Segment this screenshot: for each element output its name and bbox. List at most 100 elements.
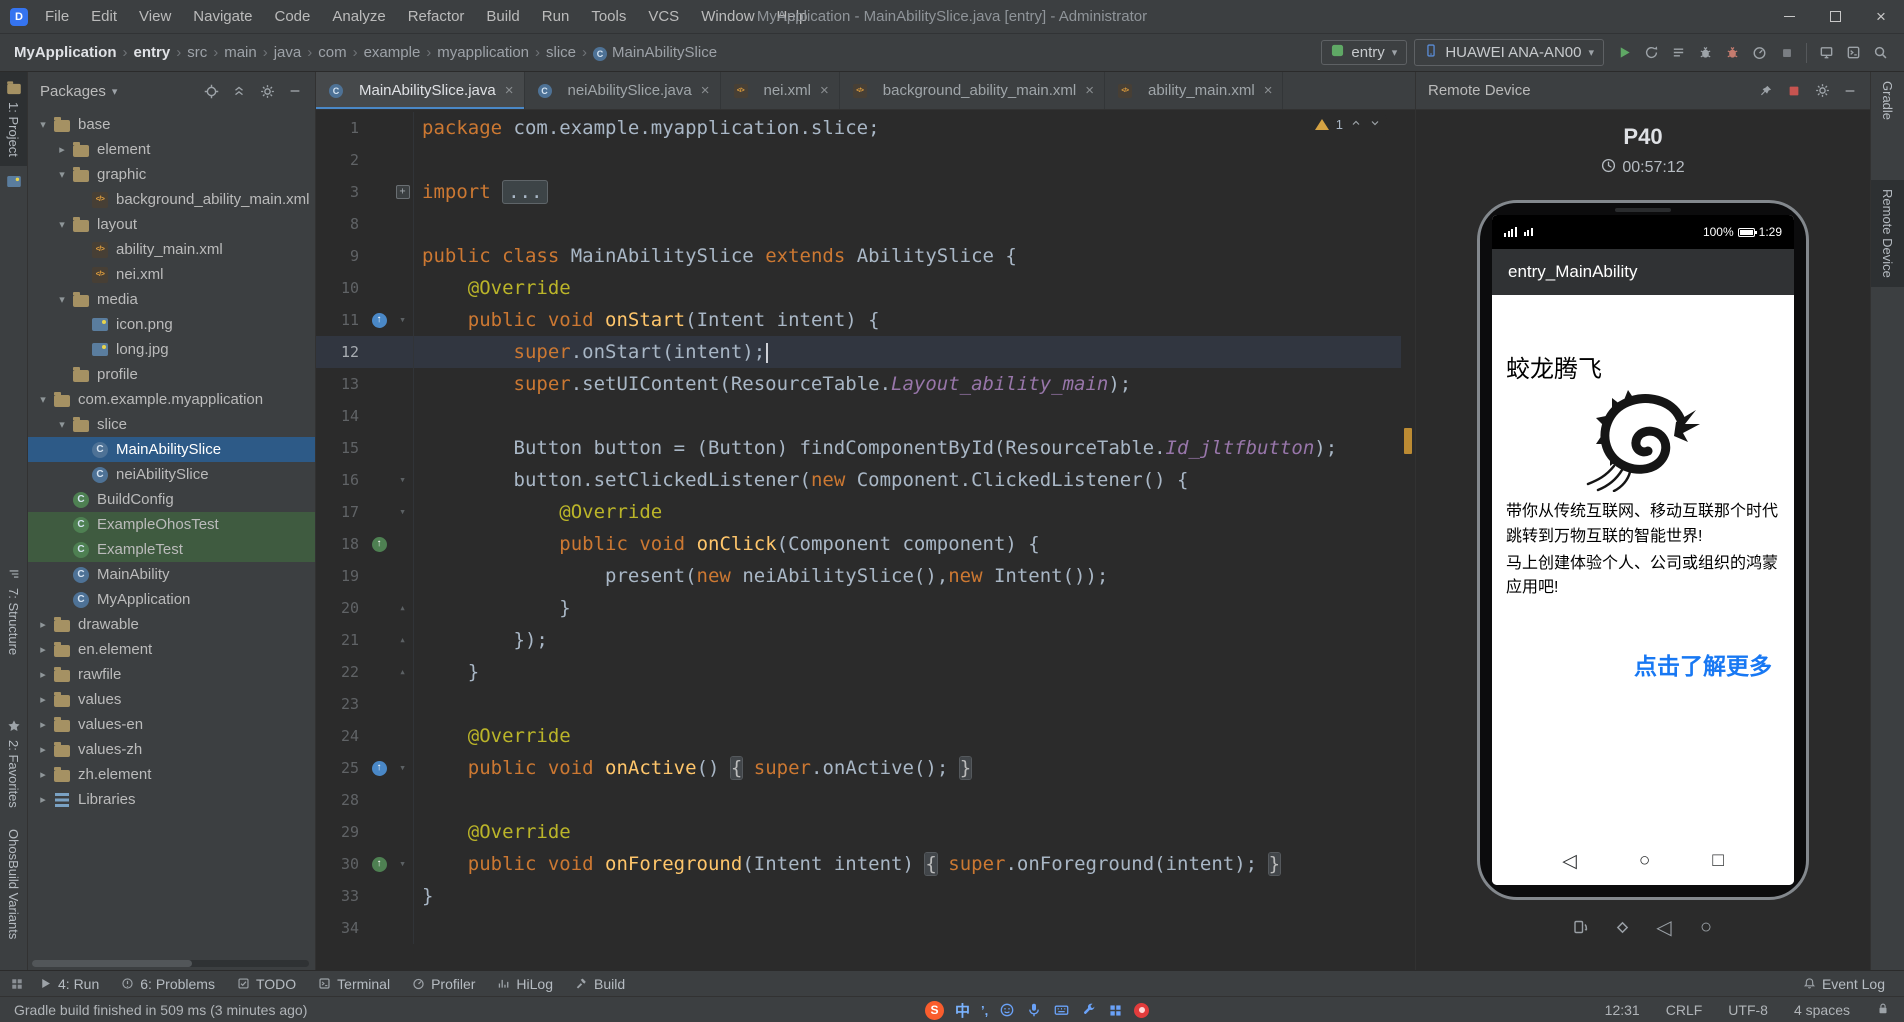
tree-item-exampletest[interactable]: C ExampleTest [28,537,315,562]
remote-rotate-icon[interactable] [1569,916,1591,938]
minimize-button[interactable] [1766,0,1812,33]
tree-item-profile[interactable]: profile [28,362,315,387]
code-line-10[interactable]: 10 @Override [316,272,1401,304]
tree-item-layout[interactable]: ▾ layout [28,212,315,237]
tree-item-icon-png[interactable]: icon.png [28,312,315,337]
tree-chevron-icon[interactable]: ▾ [53,168,71,181]
stop-icon[interactable] [1773,40,1800,66]
fold-end-icon[interactable]: ▴ [392,592,414,624]
fold-expand-icon[interactable]: + [392,176,414,208]
code-line-29[interactable]: 29 @Override [316,816,1401,848]
breadcrumb-item-myapplication[interactable]: myapplication [437,44,529,61]
tree-item-graphic[interactable]: ▾ graphic [28,162,315,187]
menu-run[interactable]: Run [531,0,581,33]
fold-collapse-icon[interactable]: ▾ [392,464,414,496]
tree-chevron-icon[interactable]: ▸ [34,693,52,706]
sogou-logo[interactable]: S [925,1000,944,1020]
hdc-shell-icon[interactable] [1840,40,1867,66]
phone-screen[interactable]: 100% 1:29 entry_MainAbility 蛟龙腾飞 带你从传统互联… [1492,215,1794,885]
prev-problem-icon[interactable] [1350,117,1362,132]
fold-end-icon[interactable]: ▴ [392,624,414,656]
maximize-button[interactable] [1812,0,1858,33]
tree-chevron-icon[interactable]: ▾ [34,118,52,131]
code-line-30[interactable]: 30 ↑ ▾ public void onForeground(Intent int… [316,848,1401,880]
hide-icon[interactable] [283,79,307,103]
device-select[interactable]: HUAWEI ANA-AN00 ▾ [1414,39,1604,66]
override-method-icon[interactable]: ↑ [371,760,387,776]
tree-item-ability-main-xml[interactable]: </> ability_main.xml [28,237,315,262]
tree-chevron-icon[interactable]: ▸ [34,743,52,756]
editor-tab-nei-xml[interactable]: </> nei.xml × [721,72,840,109]
menu-build[interactable]: Build [475,0,530,33]
breadcrumb-item-main[interactable]: main [224,44,257,61]
code-line-34[interactable]: 34 [316,912,1401,944]
close-button[interactable]: × [1858,0,1904,33]
code-line-11[interactable]: 11 ↑ ▾ public void onStart(Intent intent) … [316,304,1401,336]
fold-collapse-icon[interactable]: ▾ [392,752,414,784]
tree-chevron-icon[interactable]: ▸ [53,143,71,156]
tree-item-libraries[interactable]: ▸ Libraries [28,787,315,812]
fold-collapse-icon[interactable]: ▾ [392,848,414,880]
tree-chevron-icon[interactable]: ▸ [34,718,52,731]
code-line-9[interactable]: 9 public class MainAbilitySlice extends A… [316,240,1401,272]
ohos-debug-icon[interactable] [1719,40,1746,66]
menu-tools[interactable]: Tools [580,0,637,33]
mic-icon[interactable] [1026,1002,1042,1018]
close-tab-icon[interactable]: × [1264,82,1273,99]
tree-item-drawable[interactable]: ▸ drawable [28,612,315,637]
restart-icon[interactable] [1638,40,1665,66]
tool-tab-7-structure[interactable]: 7: Structure [0,558,27,664]
settings-icon[interactable] [1810,79,1834,103]
code-line-12[interactable]: 12 super.onStart(intent); [316,336,1401,368]
editor-tab-neiabilityslice-java[interactable]: CneiAbilitySlice.java × [525,72,721,109]
tree-item-values-en[interactable]: ▸ values-en [28,712,315,737]
tree-item-values[interactable]: ▸ values [28,687,315,712]
select-opened-file-icon[interactable] [199,79,223,103]
toolwindow-todo[interactable]: TODO [228,971,305,997]
close-tab-icon[interactable]: × [701,82,710,99]
remote-home-icon[interactable]: ○ [1695,916,1717,938]
fold-collapse-icon[interactable]: ▾ [392,304,414,336]
code-line-24[interactable]: 24 @Override [316,720,1401,752]
tool-tab-1-project[interactable]: 1: Project [0,72,27,166]
code-line-28[interactable]: 28 [316,784,1401,816]
code-line-3[interactable]: 3 + import ... [316,176,1401,208]
code-line-16[interactable]: 16 ▾ button.setClickedListener(new Compon… [316,464,1401,496]
code-line-2[interactable]: 2 [316,144,1401,176]
tree-chevron-icon[interactable]: ▸ [34,618,52,631]
tree-item-rawfile[interactable]: ▸ rawfile [28,662,315,687]
breadcrumb-item-example[interactable]: example [364,44,421,61]
editor-tab-ability-main-xml[interactable]: </> ability_main.xml × [1105,72,1284,109]
menu-edit[interactable]: Edit [80,0,128,33]
project-tree[interactable]: ▾ base ▸ element ▾ graphic </> background_abili… [28,110,315,970]
menu-analyze[interactable]: Analyze [321,0,396,33]
breadcrumb-item-com[interactable]: com [318,44,346,61]
tree-item-nei-xml[interactable]: </> nei.xml [28,262,315,287]
remote-diamond-icon[interactable] [1611,916,1633,938]
search-icon[interactable] [1867,40,1894,66]
fold-collapse-icon[interactable]: ▾ [392,496,414,528]
menu-code[interactable]: Code [263,0,321,33]
chinese-mode-icon[interactable]: 中 [955,1000,970,1021]
tree-item-long-jpg[interactable]: long.jpg [28,337,315,362]
tool-tab-remote-device[interactable]: Remote Device [1871,180,1904,287]
phone-recent-icon[interactable]: □ [1712,850,1723,872]
collapse-all-icon[interactable] [227,79,251,103]
code-line-14[interactable]: 14 [316,400,1401,432]
pin-icon[interactable] [1754,79,1778,103]
override-method-icon[interactable]: ↑ [371,856,387,872]
menu-refactor[interactable]: Refactor [397,0,476,33]
punctuation-icon[interactable]: ’, [981,1003,988,1018]
tree-item-background-ability-main-xml[interactable]: </> background_ability_main.xml [28,187,315,212]
remote-back-icon[interactable]: ◁ [1653,916,1675,939]
override-method-icon[interactable]: ↑ [371,536,387,552]
tree-item-buildconfig[interactable]: C BuildConfig [28,487,315,512]
caret-position[interactable]: 12:31 [1605,1002,1640,1018]
line-ending[interactable]: CRLF [1666,1002,1703,1018]
tree-item-element[interactable]: ▸ element [28,137,315,162]
tree-item-en-element[interactable]: ▸ en.element [28,637,315,662]
toolwindow-profiler[interactable]: Profiler [403,971,484,997]
close-tab-icon[interactable]: × [1085,82,1094,99]
code-line-33[interactable]: 33} [316,880,1401,912]
phone-home-icon[interactable]: ○ [1639,850,1650,872]
